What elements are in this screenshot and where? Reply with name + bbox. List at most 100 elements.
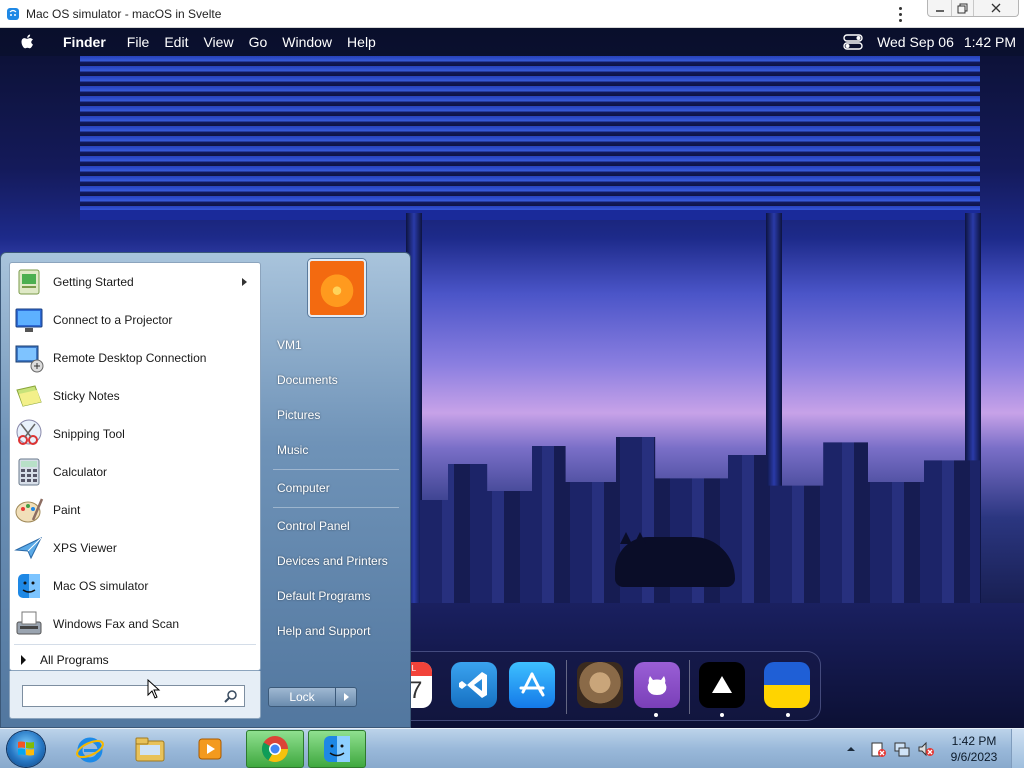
finder-icon [324,736,350,762]
start-search-area [9,671,261,719]
menu-window[interactable]: Window [282,34,332,50]
start-button[interactable] [7,731,45,767]
menu-view[interactable]: View [203,34,233,50]
dock-vscode[interactable] [451,662,497,708]
program-sticky-notes[interactable]: Sticky Notes [10,377,260,415]
apple-icon[interactable] [20,33,36,51]
wallpaper-blinds [80,56,980,216]
lock-button[interactable]: Lock [268,687,336,707]
dock-separator [566,660,567,714]
taskbar-clock[interactable]: 1:42 PM 9/6/2023 [948,733,1000,765]
control-center-icon[interactable] [843,34,863,50]
wallpaper-frame [80,210,980,220]
close-button[interactable] [974,0,1018,16]
start-search-input[interactable] [22,685,245,707]
link-devices-printers[interactable]: Devices and Printers [277,554,388,568]
taskbar-internet-explorer[interactable] [61,730,119,768]
link-documents[interactable]: Documents [277,373,338,387]
dock-vercel[interactable] [699,662,745,708]
fax-scan-icon [16,611,42,635]
program-calculator[interactable]: Calculator [10,453,260,491]
network-icon[interactable] [893,740,911,758]
link-default-programs[interactable]: Default Programs [277,589,370,603]
program-connect-to-projector[interactable]: Connect to a Projector [10,301,260,339]
program-paint[interactable]: Paint [10,491,260,529]
github-icon [647,676,667,695]
program-label: XPS Viewer [53,541,117,555]
dock-running-dot [720,713,724,717]
menu-help[interactable]: Help [347,34,376,50]
dock-ukraine[interactable] [764,662,810,708]
wallpaper-cat [634,532,646,544]
mac-dock: JUL 17 [386,651,821,721]
link-control-panel[interactable]: Control Panel [277,519,350,533]
system-tray [845,729,935,768]
program-remote-desktop[interactable]: Remote Desktop Connection [10,339,260,377]
vercel-icon [712,676,732,693]
show-hidden-icons[interactable] [845,743,857,755]
vscode-icon [459,672,487,698]
user-avatar[interactable] [308,259,366,317]
windows-logo-icon [18,741,34,756]
start-menu: Getting Started Connect to a Projector R… [0,252,411,728]
snipping-tool-icon [16,419,42,445]
submenu-arrow-icon [242,278,247,286]
search-icon[interactable] [224,689,238,703]
clock-date: 9/6/2023 [950,750,998,764]
action-center-icon[interactable] [869,740,887,758]
mac-os-simulator-icon [18,574,40,598]
link-help-support[interactable]: Help and Support [277,624,370,638]
right-pane-divider [273,469,399,470]
program-label: Sticky Notes [53,389,120,403]
dock-running-dot [654,713,658,717]
program-fax-scan[interactable]: Windows Fax and Scan [10,605,260,643]
minimize-button[interactable] [928,0,952,16]
media-player-icon [198,738,222,760]
link-pictures[interactable]: Pictures [277,408,320,422]
menu-go[interactable]: Go [249,34,268,50]
taskbar-finder[interactable] [308,730,366,768]
restore-button[interactable] [952,0,974,16]
all-programs-label: All Programs [40,653,109,667]
dock-separator [689,660,690,714]
link-music[interactable]: Music [277,443,308,457]
app-store-icon [519,672,545,697]
program-label: Remote Desktop Connection [53,351,207,365]
program-label: Windows Fax and Scan [53,617,180,631]
dock-github[interactable] [634,662,680,708]
taskbar-chrome[interactable] [246,730,304,768]
chrome-icon [261,736,289,763]
taskbar-file-explorer[interactable] [121,730,179,768]
program-label: Connect to a Projector [53,313,173,327]
taskbar-media-player[interactable] [181,730,239,768]
dock-purrcy[interactable] [577,662,623,708]
paint-icon [15,498,44,523]
start-menu-right-pane: VM1 Documents Pictures Music Computer Co… [263,253,411,729]
sticky-notes-icon [16,385,42,407]
clock-time: 1:42 PM [951,734,997,748]
menubar-time[interactable]: 1:42 PM [964,34,1016,50]
mac-os-simulator-icon [7,7,19,20]
menu-file[interactable]: File [127,34,150,50]
menu-finder[interactable]: Finder [63,34,106,50]
program-xps-viewer[interactable]: XPS Viewer [10,529,260,567]
link-computer[interactable]: Computer [277,481,330,495]
menubar-date[interactable]: Wed Sep 06 [877,34,954,50]
volume-muted-icon[interactable] [917,740,935,758]
browser-title-bar: Mac OS simulator - macOS in Svelte [0,0,1024,28]
internet-explorer-icon [76,737,104,763]
program-getting-started[interactable]: Getting Started [10,263,260,301]
program-mac-os-simulator[interactable]: Mac OS simulator [10,567,260,605]
link-user-folder[interactable]: VM1 [277,338,302,352]
dock-app-store[interactable] [509,662,555,708]
window-controls [927,0,1019,17]
shutdown-options-button[interactable] [336,687,357,707]
program-label: Mac OS simulator [53,579,149,593]
kebab-menu-icon[interactable] [893,5,907,23]
projector-icon [15,308,43,332]
menu-edit[interactable]: Edit [164,34,188,50]
all-programs-button[interactable]: All Programs [10,649,260,671]
program-snipping-tool[interactable]: Snipping Tool [10,415,260,453]
show-desktop-button[interactable] [1011,729,1024,768]
programs-divider [14,644,256,645]
